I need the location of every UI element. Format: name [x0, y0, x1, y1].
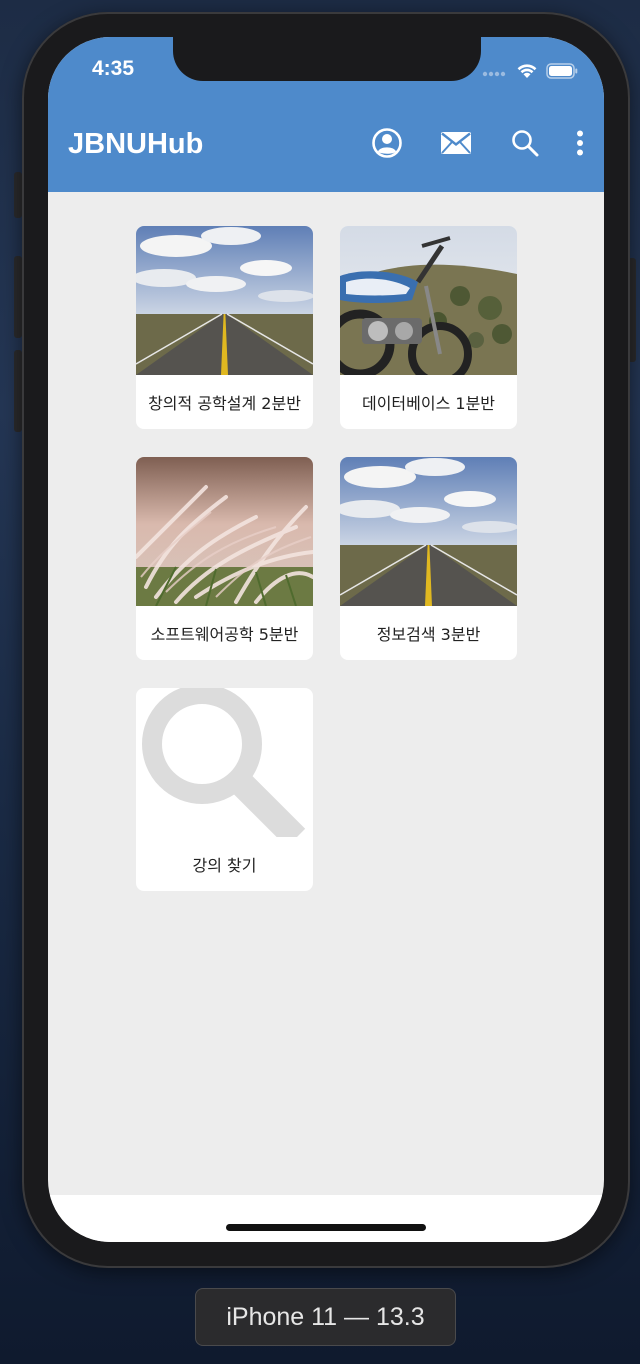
mail-icon	[441, 132, 471, 154]
course-thumbnail	[136, 226, 313, 375]
course-card[interactable]: 소프트웨어공학 5분반	[136, 457, 313, 660]
course-thumbnail	[136, 457, 313, 606]
app-title: JBNUHub	[68, 128, 204, 160]
volume-down-button	[14, 350, 22, 432]
account-button[interactable]	[369, 125, 405, 161]
device-label: iPhone 11 — 13.3	[195, 1288, 456, 1346]
signal-icon	[482, 71, 506, 77]
home-indicator[interactable]	[226, 1224, 426, 1231]
search-icon	[512, 130, 539, 157]
status-time: 4:35	[92, 57, 135, 80]
course-thumbnail	[340, 226, 517, 375]
course-card[interactable]: 창의적 공학설계 2분반	[136, 226, 313, 429]
find-course-label: 강의 찾기	[192, 856, 257, 875]
course-label: 정보검색 3분반	[376, 625, 481, 644]
mail-button[interactable]	[438, 125, 474, 161]
mute-switch	[14, 172, 22, 218]
course-label: 창의적 공학설계 2분반	[148, 394, 301, 413]
search-button[interactable]	[507, 125, 543, 161]
course-thumbnail	[340, 457, 517, 606]
course-label: 데이터베이스 1분반	[361, 394, 496, 413]
find-course-card[interactable]: 강의 찾기	[136, 688, 313, 891]
bottom-area	[48, 1195, 604, 1242]
phone-frame: 4:35 JBNUHub 창의적 공학설계 2분반 데이터베이스 1분반 소프트…	[22, 12, 630, 1268]
course-card[interactable]: 데이터베이스 1분반	[340, 226, 517, 429]
search-icon	[142, 688, 306, 837]
course-card[interactable]: 정보검색 3분반	[340, 457, 517, 660]
more-vert-icon	[577, 130, 583, 156]
account-icon	[372, 128, 402, 158]
volume-up-button	[14, 256, 22, 338]
battery-icon	[546, 63, 578, 79]
status-icons	[482, 63, 578, 79]
more-button[interactable]	[562, 125, 598, 161]
wifi-icon	[517, 64, 537, 78]
screen: 4:35 JBNUHub 창의적 공학설계 2분반 데이터베이스 1분반 소프트…	[48, 37, 604, 1242]
app-bar: 4:35 JBNUHub	[48, 37, 604, 192]
notch	[173, 37, 481, 81]
find-course-thumbnail	[136, 688, 313, 837]
course-label: 소프트웨어공학 5분반	[150, 625, 299, 644]
